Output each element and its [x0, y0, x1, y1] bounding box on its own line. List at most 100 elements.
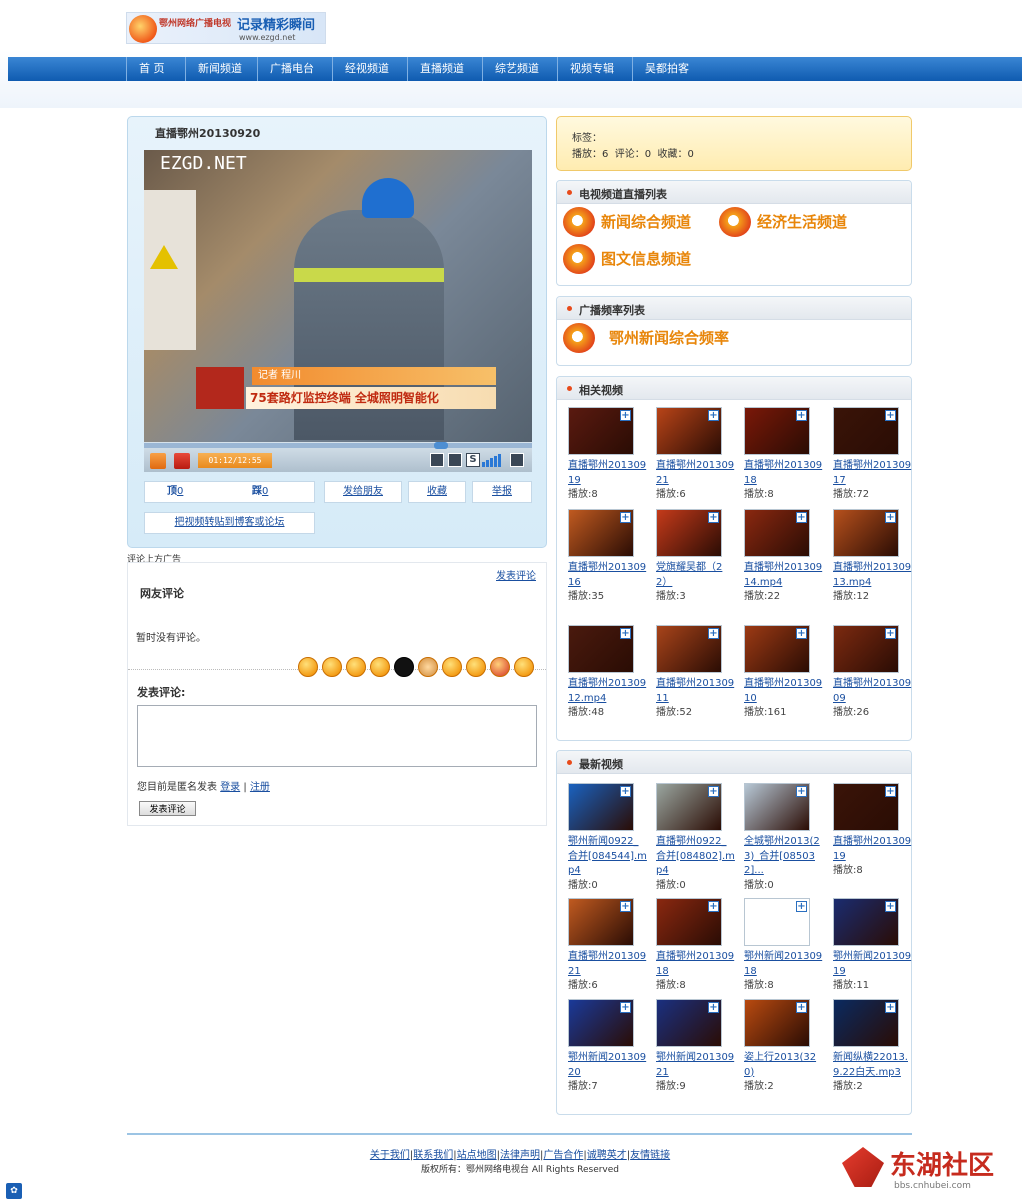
favorite-link[interactable]: 收藏 — [427, 486, 447, 497]
radio-channel-news[interactable]: 鄂州新闻综合频率 — [563, 323, 729, 353]
emoticon-tongue-icon[interactable] — [514, 657, 534, 677]
seek-bar[interactable] — [144, 442, 532, 449]
add-playlist-icon[interactable]: + — [796, 410, 807, 421]
fullscreen-icon[interactable] — [510, 453, 524, 467]
video-player[interactable]: EZGD.NET 记者 程川 75套路灯监控终端 全城照明智能化 — [144, 150, 532, 442]
latest-thumbnail[interactable]: + — [833, 783, 899, 831]
nav-news[interactable]: 新闻频道 — [185, 57, 242, 81]
aspect-icon[interactable] — [430, 453, 444, 467]
related-title-link[interactable]: 直播鄂州20130921 — [656, 460, 734, 486]
comment-textarea[interactable] — [137, 705, 537, 767]
register-link[interactable]: 注册 — [250, 782, 270, 793]
related-thumbnail[interactable]: + — [568, 625, 634, 673]
footer-link[interactable]: 关于我们 — [370, 1150, 410, 1161]
add-playlist-icon[interactable]: + — [708, 901, 719, 912]
footer-link[interactable]: 站点地图 — [457, 1150, 497, 1161]
latest-title-link[interactable]: 直播鄂州20130918 — [656, 951, 734, 977]
related-title-link[interactable]: 直播鄂州20130919 — [568, 460, 646, 486]
footer-link[interactable]: 诚聘英才 — [587, 1150, 627, 1161]
emoticon-ninja-icon[interactable] — [394, 657, 414, 677]
channel-economy[interactable]: 经济生活频道 — [719, 207, 847, 237]
add-playlist-icon[interactable]: + — [620, 628, 631, 639]
share-friend-link[interactable]: 发给朋友 — [343, 486, 383, 497]
emoticon-cry-icon[interactable] — [322, 657, 342, 677]
latest-thumbnail[interactable]: + — [656, 783, 722, 831]
add-playlist-icon[interactable]: + — [796, 786, 807, 797]
latest-thumbnail[interactable]: + — [833, 898, 899, 946]
related-thumbnail[interactable]: + — [744, 407, 810, 455]
footer-link[interactable]: 法律声明 — [500, 1150, 540, 1161]
related-thumbnail[interactable]: + — [744, 625, 810, 673]
related-title-link[interactable]: 直播鄂州20130917 — [833, 460, 911, 486]
related-title-link[interactable]: 直播鄂州20130918 — [744, 460, 822, 486]
nav-albums[interactable]: 视频专辑 — [557, 57, 614, 81]
footer-link[interactable]: 广告合作 — [543, 1150, 583, 1161]
channel-news[interactable]: 新闻综合频道 — [563, 207, 691, 237]
add-playlist-icon[interactable]: + — [708, 786, 719, 797]
related-title-link[interactable]: 党旗耀吴都（22） — [656, 562, 722, 588]
related-thumbnail[interactable]: + — [833, 407, 899, 455]
down-button[interactable]: 踩0 — [252, 482, 268, 502]
latest-thumbnail[interactable]: + — [656, 999, 722, 1047]
related-title-link[interactable]: 直播鄂州20130909 — [833, 678, 911, 704]
emoticon-angry-icon[interactable] — [466, 657, 486, 677]
add-playlist-icon[interactable]: + — [885, 786, 896, 797]
related-title-link[interactable]: 直播鄂州20130913.mp4 — [833, 562, 911, 588]
latest-thumbnail[interactable]: + — [568, 898, 634, 946]
emoticon-grin-icon[interactable] — [442, 657, 462, 677]
add-playlist-icon[interactable]: + — [885, 901, 896, 912]
seek-knob[interactable] — [434, 442, 448, 449]
emoticon-love-icon[interactable] — [490, 657, 510, 677]
volume-slider[interactable] — [482, 453, 504, 467]
related-thumbnail[interactable]: + — [656, 509, 722, 557]
emoticon-smile-icon[interactable] — [298, 657, 318, 677]
nav-radio[interactable]: 广播电台 — [257, 57, 314, 81]
latest-thumbnail[interactable]: + — [744, 999, 810, 1047]
latest-thumbnail[interactable]: + — [568, 783, 634, 831]
add-playlist-icon[interactable]: + — [796, 901, 807, 912]
related-thumbnail[interactable]: + — [568, 509, 634, 557]
site-logo[interactable]: 鄂州网络广播电视 记录精彩瞬间 www.ezgd.net — [126, 12, 326, 44]
related-title-link[interactable]: 直播鄂州20130914.mp4 — [744, 562, 822, 588]
add-playlist-icon[interactable]: + — [796, 512, 807, 523]
add-playlist-icon[interactable]: + — [620, 901, 631, 912]
footer-link[interactable]: 联系我们 — [413, 1150, 453, 1161]
add-playlist-icon[interactable]: + — [885, 628, 896, 639]
add-playlist-icon[interactable]: + — [620, 1002, 631, 1013]
nav-economic[interactable]: 经视频道 — [332, 57, 389, 81]
related-thumbnail[interactable]: + — [656, 625, 722, 673]
add-playlist-icon[interactable]: + — [620, 410, 631, 421]
nav-live[interactable]: 直播频道 — [407, 57, 464, 81]
latest-title-link[interactable]: 鄂州新闻20130921 — [656, 1052, 734, 1078]
latest-title-link[interactable]: 鄂州新闻20130920 — [568, 1052, 646, 1078]
nav-variety[interactable]: 综艺频道 — [482, 57, 539, 81]
footer-link[interactable]: 友情链接 — [630, 1150, 670, 1161]
latest-thumbnail[interactable]: + — [656, 898, 722, 946]
related-title-link[interactable]: 直播鄂州20130910 — [744, 678, 822, 704]
pause-button[interactable] — [150, 453, 166, 469]
related-thumbnail[interactable]: + — [744, 509, 810, 557]
add-playlist-icon[interactable]: + — [796, 1002, 807, 1013]
add-playlist-icon[interactable]: + — [620, 786, 631, 797]
latest-thumbnail[interactable]: + — [833, 999, 899, 1047]
add-playlist-icon[interactable]: + — [885, 512, 896, 523]
repost-link[interactable]: 把视频转贴到博客或论坛 — [175, 517, 285, 528]
post-comment-link[interactable]: 发表评论 — [496, 567, 536, 582]
stop-button[interactable] — [174, 453, 190, 469]
nav-paike[interactable]: 吴都拍客 — [632, 57, 689, 81]
related-thumbnail[interactable]: + — [568, 407, 634, 455]
report-link[interactable]: 举报 — [492, 486, 512, 497]
add-playlist-icon[interactable]: + — [708, 410, 719, 421]
related-title-link[interactable]: 直播鄂州20130912.mp4 — [568, 678, 646, 704]
add-playlist-icon[interactable]: + — [885, 1002, 896, 1013]
paw-icon[interactable]: ✿ — [6, 1183, 22, 1199]
latest-title-link[interactable]: 全城鄂州2013(23)_合并[085032]... — [744, 836, 820, 876]
add-playlist-icon[interactable]: + — [796, 628, 807, 639]
latest-title-link[interactable]: 直播鄂州0922_合并[084802].mp4 — [656, 836, 735, 876]
sound-icon[interactable]: S — [466, 453, 480, 467]
add-playlist-icon[interactable]: + — [620, 512, 631, 523]
add-playlist-icon[interactable]: + — [885, 410, 896, 421]
latest-thumbnail[interactable]: + — [744, 783, 810, 831]
latest-title-link[interactable]: 直播鄂州20130921 — [568, 951, 646, 977]
related-thumbnail[interactable]: + — [833, 509, 899, 557]
